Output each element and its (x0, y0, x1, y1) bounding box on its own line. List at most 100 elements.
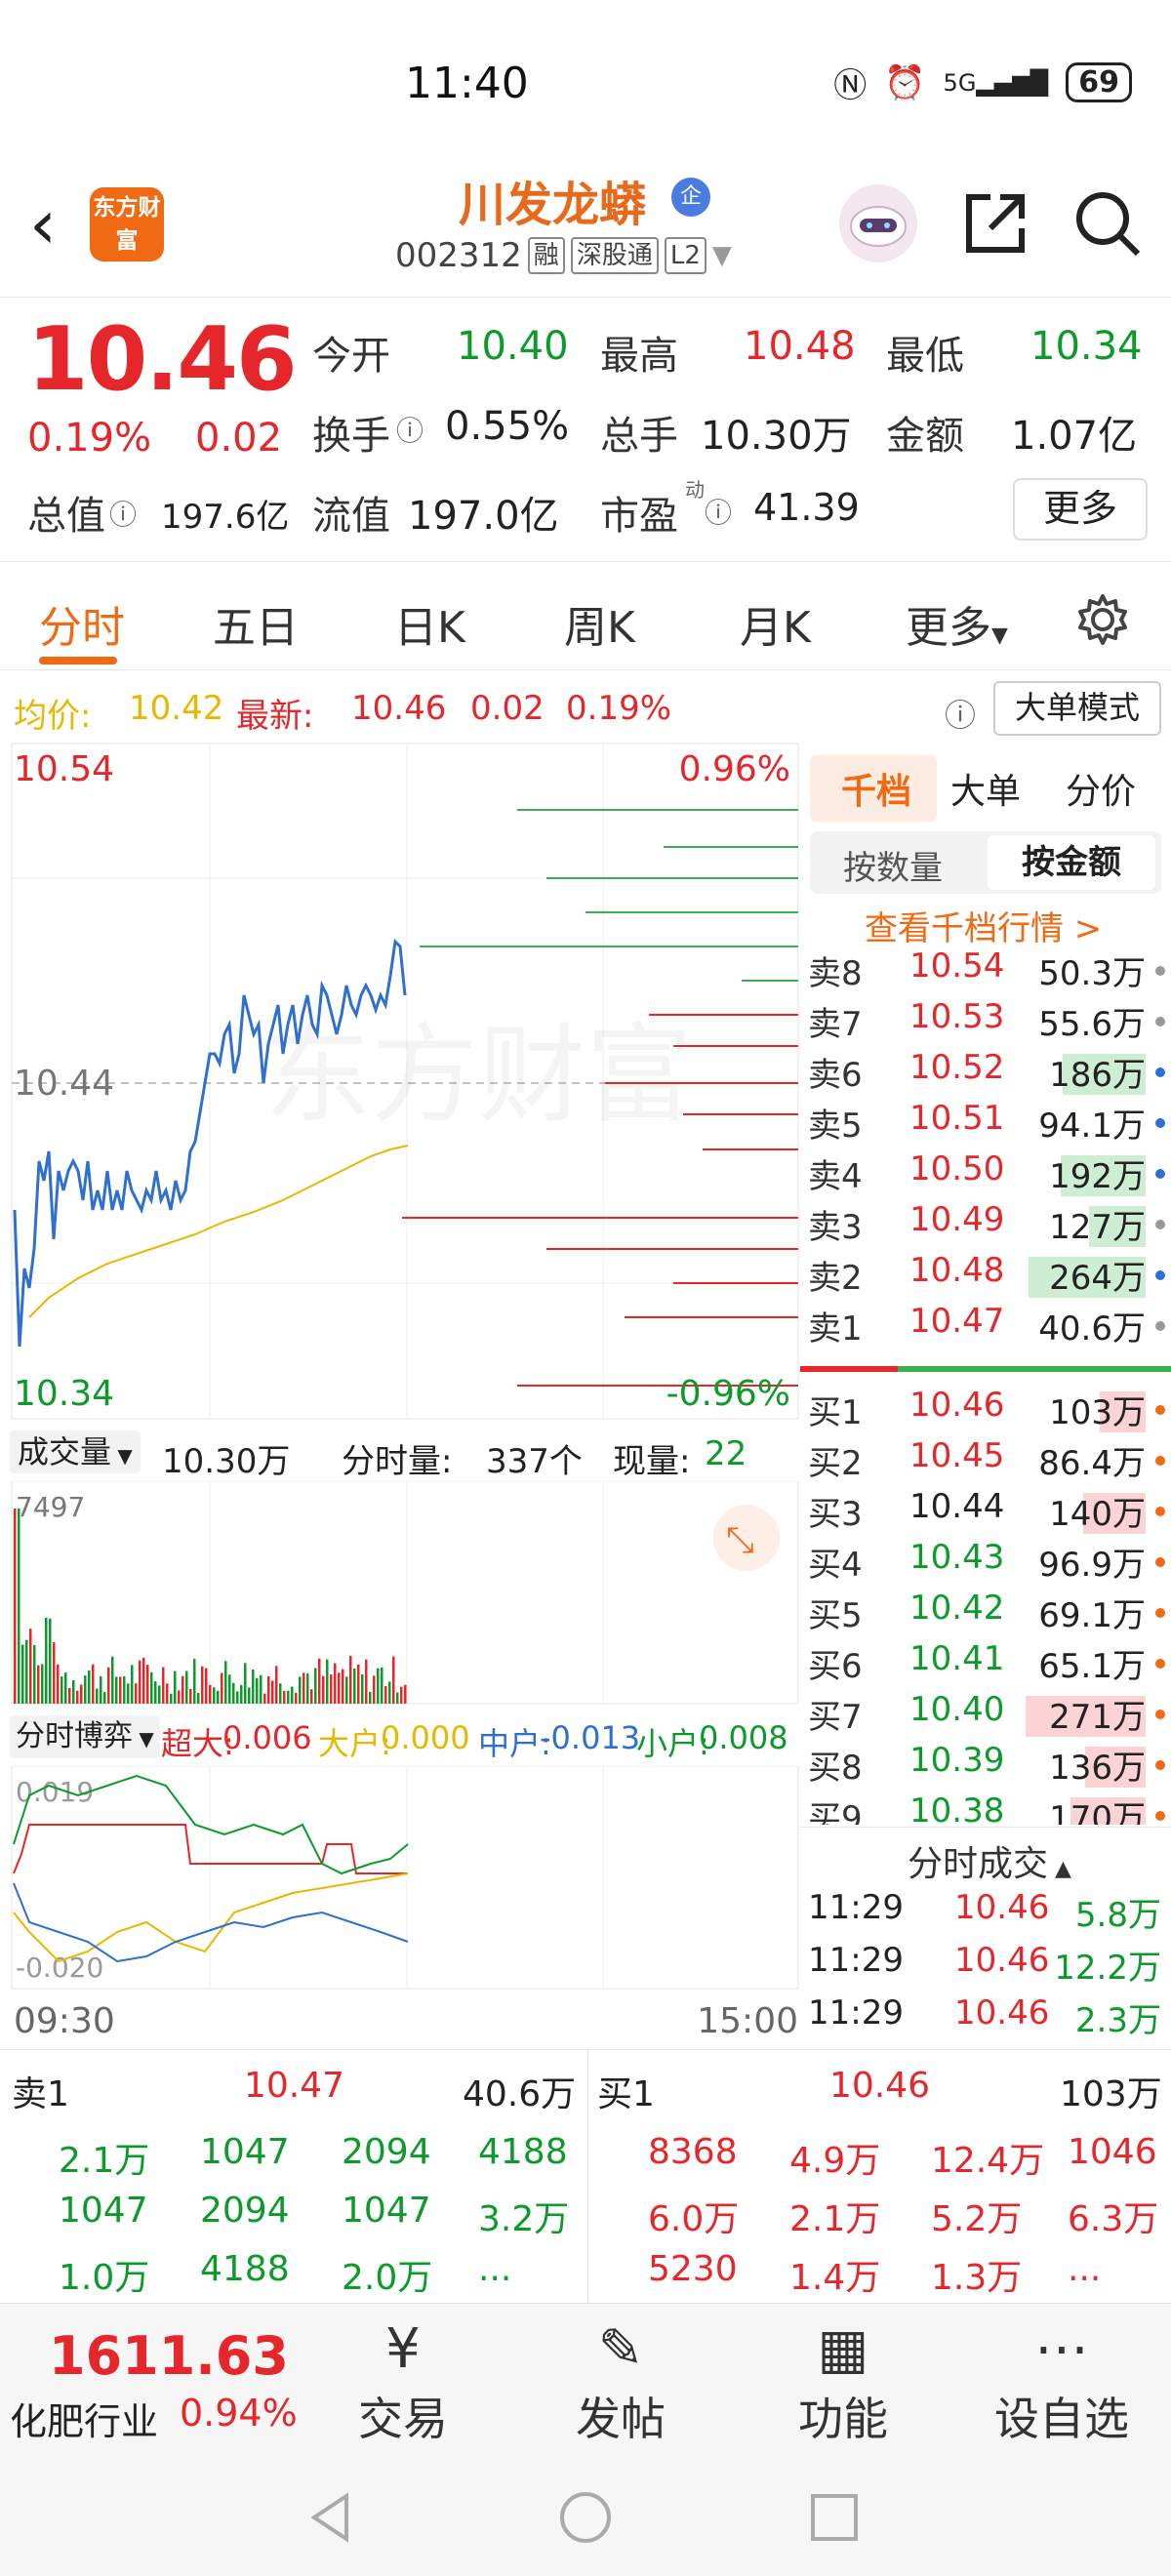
sell-level-row[interactable]: 卖7 10.53 55.6万 (800, 997, 1171, 1048)
sell-level-label: 卖3 (808, 1208, 863, 1247)
buy-level-row[interactable]: 买2 10.45 86.4万 (800, 1436, 1171, 1487)
sell-level-label: 卖1 (808, 1309, 863, 1348)
tab-monthly-k[interactable]: 月K (740, 592, 811, 655)
intraday-chart-area[interactable]: 东方财富 10.54 10.44 10.34 0.96% -0.96% (0, 742, 800, 1425)
sell-level-volume: 264万 (1049, 1259, 1146, 1298)
latest-label: 最新: (236, 697, 314, 736)
sell-level-row[interactable]: 卖6 10.52 186万 (800, 1048, 1171, 1099)
recents-square-icon[interactable] (805, 2488, 864, 2547)
sell-level-row[interactable]: 卖3 10.49 127万 (800, 1200, 1171, 1251)
big-order-mode-button[interactable]: 大单模式 (993, 681, 1161, 736)
sub-tab-by-amount[interactable]: 按金额 (988, 835, 1155, 890)
buy-level-row[interactable]: 买7 10.40 271万 (800, 1690, 1171, 1741)
buy-queue-grid: 8368 4.9万 12.4万 1046 6.0万 2.1万 5.2万 6.3万 5230 1.4… (589, 2126, 1171, 2302)
volume-bar (53, 1641, 56, 1704)
volume-bar (349, 1656, 352, 1704)
volume-bar (267, 1675, 270, 1704)
sell-level-row[interactable]: 卖8 10.54 50.3万 (800, 946, 1171, 997)
tab-more[interactable]: 更多▼ (906, 592, 1008, 655)
time-axis: 09:30 15:00 (0, 1995, 800, 2044)
buy-level-price: 10.38 (909, 1791, 1005, 1825)
search-icon[interactable] (1064, 180, 1151, 267)
volume-bar (131, 1665, 134, 1704)
back-triangle-icon[interactable] (303, 2488, 361, 2547)
status-icons: Ⓝ ⏰ 5G▂▄▆█ 69 (833, 59, 1132, 106)
volume-chart: 7497 ⤡ (11, 1481, 799, 1705)
tab-price-dist[interactable]: 分价 (1066, 763, 1136, 814)
buy-level-volume: 170万 (1049, 1799, 1146, 1825)
sell-level-dot (1155, 1220, 1165, 1229)
pe-dynamic-sup: 动 (685, 478, 705, 502)
sell-level-row[interactable]: 卖4 10.50 192万 (800, 1149, 1171, 1200)
intraday-chart-svg[interactable]: 东方财富 10.54 10.44 10.34 0.96% -0.96% (0, 742, 800, 1425)
volume-bar (57, 1664, 60, 1704)
tab-weekly-k[interactable]: 周K (564, 592, 635, 655)
volume-bar (96, 1688, 99, 1704)
nav-functions[interactable]: ▦ 功能 (746, 2304, 941, 2450)
sell-level-price: 10.51 (909, 1099, 1005, 1138)
volume-bar (384, 1685, 387, 1704)
nav-trade-label: 交易 (358, 2393, 448, 2445)
chevron-down-icon[interactable]: ▼ (712, 241, 732, 270)
volume-bar (228, 1674, 231, 1704)
volume-selector[interactable]: 成交量 ▼ (10, 1430, 141, 1473)
queue-cell: 12.4万 (931, 2141, 1045, 2181)
nav-post[interactable]: ✎ 发帖 (523, 2304, 718, 2450)
chart-tabs: 分时 五日 日K 周K 月K 更多▼ (0, 563, 1171, 670)
ticks-title[interactable]: 分时成交 ▲ (908, 1835, 1071, 1886)
volume-bar (260, 1674, 262, 1704)
volume-bar (244, 1663, 247, 1704)
network-label: 5G (943, 68, 977, 97)
volume-bar (119, 1676, 122, 1704)
volume-header: 成交量 ▼ 10.30万 分时量: 337个 现量: 22 (0, 1425, 800, 1481)
tick-row: 11:29 10.46 12.2万 (800, 1941, 1171, 1993)
pct-bottom-label: -0.96% (666, 1374, 790, 1414)
volume-bar (154, 1681, 157, 1704)
buy-queue-price: 10.46 (829, 2066, 931, 2106)
back-button[interactable]: ‹ (29, 190, 57, 259)
gear-icon[interactable] (1073, 590, 1132, 649)
queue-cell: ... (478, 2249, 512, 2289)
info-icon[interactable]: ⓘ (705, 492, 732, 531)
nav-post-label: 发帖 (576, 2393, 666, 2445)
tab-thousand-level[interactable]: 千档 (841, 763, 911, 814)
buy-level-price: 10.42 (909, 1589, 1005, 1628)
tab-intraday[interactable]: 分时 (39, 592, 125, 655)
sub-tab-by-count[interactable]: 按数量 (843, 841, 943, 889)
tab-daily-k[interactable]: 日K (394, 592, 465, 655)
sell-level-row[interactable]: 卖5 10.51 94.1万 (800, 1099, 1171, 1149)
sell-level-row[interactable]: 卖2 10.48 264万 (800, 1251, 1171, 1302)
game-selector[interactable]: 分时博弈 ▼ (10, 1715, 160, 1758)
info-icon[interactable]: ⓘ (396, 410, 424, 449)
buy-level-row[interactable]: 买1 10.46 103万 (800, 1386, 1171, 1436)
tab-five-day[interactable]: 五日 (213, 592, 299, 655)
buy-level-row[interactable]: 买5 10.42 69.1万 (800, 1589, 1171, 1639)
queue-cell: 5230 (648, 2249, 738, 2289)
stock-name[interactable]: 川发龙蟒 (459, 166, 646, 234)
help-icon[interactable]: ⓘ (945, 691, 976, 736)
more-button[interactable]: 更多 (1013, 478, 1148, 541)
nav-trade[interactable]: ¥ 交易 (305, 2304, 501, 2450)
share-icon[interactable] (951, 180, 1039, 267)
sell-level-label: 卖6 (808, 1056, 863, 1095)
home-circle-icon[interactable] (556, 2488, 615, 2547)
buy-level-row[interactable]: 买8 10.39 136万 (800, 1741, 1171, 1791)
buy-level-row[interactable]: 买6 10.41 65.1万 (800, 1639, 1171, 1690)
volume-bar (29, 1629, 32, 1704)
buy-level-row[interactable]: 买3 10.44 140万 (800, 1487, 1171, 1538)
volume-bar (185, 1670, 188, 1704)
view-thousand-level-link[interactable]: 查看千档行情 > (865, 902, 1102, 949)
volume-bar (162, 1667, 165, 1704)
queue-cell: 2094 (200, 2191, 290, 2231)
sell-level-row[interactable]: 卖1 10.47 40.6万 (800, 1302, 1171, 1352)
sell-level-label: 卖7 (808, 1005, 863, 1044)
index-widget[interactable]: 1611.63 化肥行业 0.94% (0, 2304, 312, 2450)
tab-big-orders[interactable]: 大单 (950, 763, 1021, 814)
info-icon[interactable]: ⓘ (109, 494, 137, 533)
sell-levels: 卖8 10.54 50.3万 卖7 10.53 55.6万 卖6 10.52 186万 卖5 10.… (800, 946, 1171, 1352)
robot-assistant-icon[interactable] (834, 180, 922, 267)
nav-add-watchlist[interactable]: ⋯ 设自选 (964, 2304, 1159, 2450)
buy-level-row[interactable]: 买9 10.38 170万 (800, 1791, 1171, 1825)
buy-level-row[interactable]: 买4 10.43 96.9万 (800, 1538, 1171, 1589)
expand-icon[interactable]: ⤡ (726, 1520, 754, 1560)
